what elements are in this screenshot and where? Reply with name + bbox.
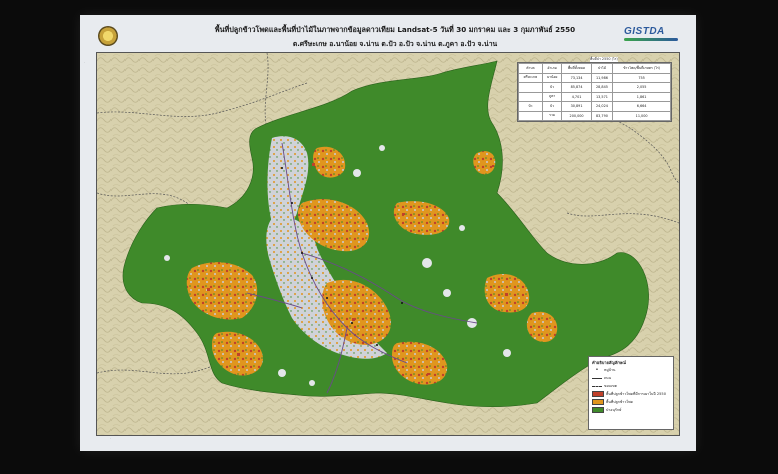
table-row: ภูคา 4,701 13,571 1,861 <box>518 91 671 102</box>
table-header-title: พื้นที่ป่า 2550 (ไร่) <box>590 57 618 62</box>
burnt-corn-swatch <box>592 391 604 397</box>
legend-item-burnt-corn: พื้นที่ปลูกข้าวโพดที่มีการเผาในปี 2550 <box>592 391 670 397</box>
legend-item-road: ถนน <box>592 375 670 381</box>
table-row: ศรีษะเกษ นาน้อย 73,134 11,986 755 <box>518 72 671 83</box>
table-cell <box>518 82 543 93</box>
legend-label: พื้นที่ปลูกข้าวโพดที่มีการเผาในปี 2550 <box>606 392 666 396</box>
area-statistics-table: ตำบล อำเภอ พื้นที่ทั้งหมด ป่าไม้ ข้าวโพด… <box>517 62 672 122</box>
forest-swatch <box>592 407 604 413</box>
table-cell: 73,134 <box>561 72 592 83</box>
legend-label: ถนน <box>604 376 612 380</box>
table-cell: 11,986 <box>590 72 614 83</box>
table-cell: 85,874 <box>561 82 592 93</box>
gistda-logo-swoosh-icon <box>624 38 678 41</box>
boundary-line-icon <box>592 385 602 387</box>
legend-label: หมู่บ้าน <box>604 368 616 372</box>
table-cell: 28,845 <box>590 82 614 93</box>
table-cell: 2,055 <box>612 82 671 93</box>
map-legend: คำอธิบายสัญลักษณ์ • หมู่บ้าน ถนน ขอบเขต พ… <box>588 356 674 430</box>
table-cell: 24,024 <box>590 101 614 112</box>
legend-item-forest: ป่าอนุรักษ์ <box>592 407 670 413</box>
table-row: ปัว ปัว 30,891 24,024 6,664 <box>518 101 671 112</box>
legend-label: พื้นที่ปลูกข้าวโพด <box>606 400 633 404</box>
legend-label: ป่าอนุรักษ์ <box>606 408 622 412</box>
table-row: รวม 200,000 83,790 11,000 <box>518 110 671 121</box>
table-cell: ปัว <box>541 101 563 112</box>
table-cell: 30,891 <box>561 101 592 112</box>
table-cell: นาน้อย <box>541 72 563 83</box>
table-cell: 1,861 <box>612 91 671 102</box>
table-col-header: ข้าวโพด/พื้นที่เกษตร (ไร่) <box>612 63 671 74</box>
table-cell: 11,000 <box>612 110 671 121</box>
table-col-header: พื้นที่ทั้งหมด <box>561 63 592 74</box>
map-title-line1: พื้นที่ปลูกข้าวโพดและพื้นที่ป่าไม้ในภาพจ… <box>214 25 576 34</box>
legend-item-village: • หมู่บ้าน <box>592 367 670 373</box>
legend-label: ขอบเขต <box>604 384 617 388</box>
legend-item-corn: พื้นที่ปลูกข้าวโพด <box>592 399 670 405</box>
table-cell: ปัว <box>518 101 543 112</box>
table-cell: ปัว <box>541 82 563 93</box>
table-cell: 755 <box>612 72 671 83</box>
agency-seal-icon <box>98 26 118 46</box>
screen: พื้นที่ปลูกข้าวโพดและพื้นที่ป่าไม้ในภาพจ… <box>0 0 778 474</box>
corn-swatch <box>592 399 604 405</box>
table-cell: 200,000 <box>561 110 592 121</box>
table-cell <box>518 91 543 102</box>
road-line-icon <box>592 377 602 379</box>
table-cell: รวม <box>541 110 563 121</box>
table-cell: ศรีษะเกษ <box>518 72 543 83</box>
table-cell: 6,664 <box>612 101 671 112</box>
table-cell: 13,571 <box>590 91 614 102</box>
table-col-header: ป่าไม้ <box>590 63 614 74</box>
map-title-line2: ต.ศรีษะเกษ อ.นาน้อย จ.น่าน ต.ปัว อ.ปัว จ… <box>292 40 498 48</box>
table-row: ปัว 85,874 28,845 2,055 <box>518 82 671 93</box>
table-col-header: ตำบล <box>518 63 543 74</box>
frame-tick-bottom: · <box>110 436 111 440</box>
legend-item-boundary: ขอบเขต <box>592 383 670 389</box>
table-cell: 4,701 <box>561 91 592 102</box>
table-col-header: อำเภอ <box>541 63 563 74</box>
frame-tick-left-top: · <box>84 60 85 64</box>
table-cell: ภูคา <box>541 91 563 102</box>
table-cell: 83,790 <box>590 110 614 121</box>
legend-title: คำอธิบายสัญลักษณ์ <box>592 360 626 365</box>
table-cell <box>518 110 543 121</box>
village-dot-icon: • <box>595 367 599 373</box>
